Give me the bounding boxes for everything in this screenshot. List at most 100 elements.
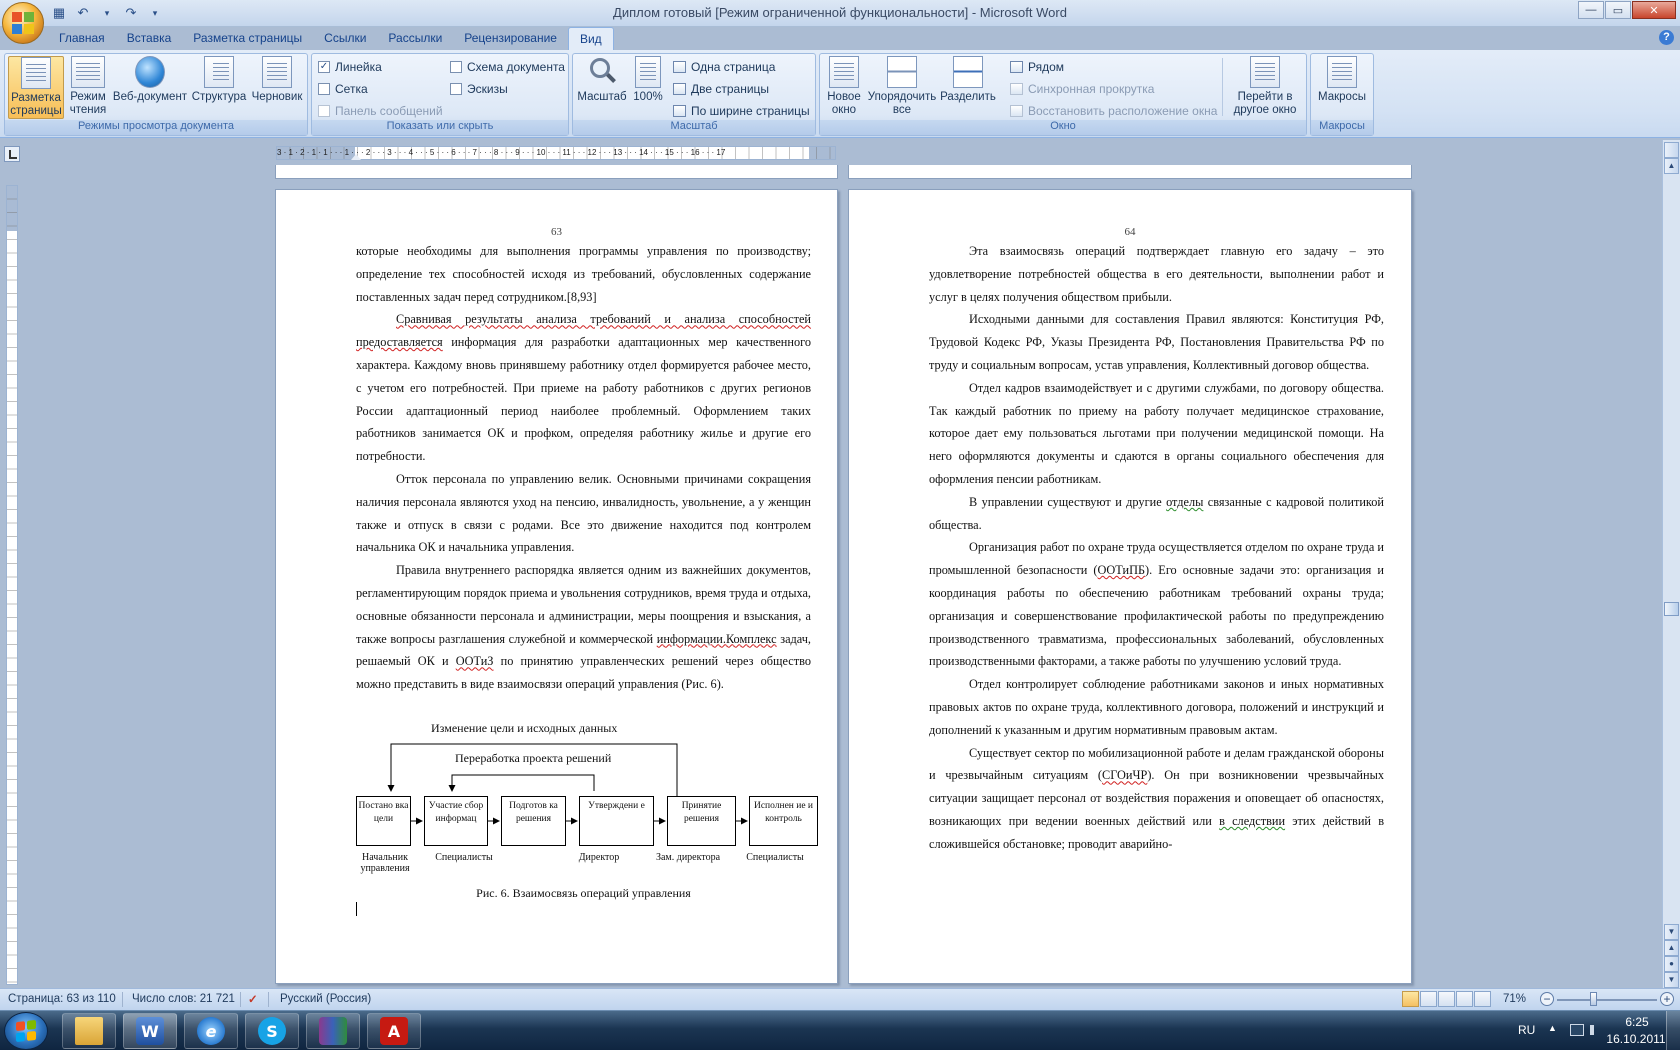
zoom-button[interactable]: Масштаб — [577, 56, 627, 104]
message-bar-checkbox: Панель сообщений — [318, 104, 443, 118]
vertical-scrollbar[interactable]: ▲ ▼ ▲ ● ▼ — [1662, 140, 1680, 993]
show-hidden-icons-button[interactable]: ▲ — [1548, 1023, 1557, 1033]
print-layout-icon — [21, 57, 51, 89]
grammar-error: отделы — [1166, 494, 1204, 509]
next-page-button[interactable]: ▼ — [1664, 972, 1679, 988]
side-by-side-button[interactable]: Рядом — [1010, 60, 1064, 74]
zoom-out-button[interactable]: − — [1540, 992, 1554, 1006]
window-group: Новое окно Упорядочить все Разделить Ряд… — [819, 53, 1307, 136]
page-63[interactable]: 63 которые необходимы для выполнения про… — [275, 189, 838, 984]
draft-button[interactable]: Черновик — [249, 56, 305, 104]
minimize-button[interactable]: — — [1578, 1, 1604, 19]
taskbar-word[interactable]: W — [123, 1013, 177, 1049]
show-desktop-button[interactable] — [1666, 1011, 1680, 1050]
tab-insert[interactable]: Вставка — [116, 27, 183, 50]
scroll-thumb[interactable] — [1664, 602, 1679, 616]
previous-page-bottom-right — [848, 165, 1412, 179]
reset-position-icon — [1010, 105, 1023, 117]
full-screen-reading-view-icon[interactable] — [1420, 991, 1437, 1007]
ruler-checkbox[interactable]: ✓ Линейка — [318, 60, 382, 74]
draft-view-icon[interactable] — [1474, 991, 1491, 1007]
taskbar-winrar[interactable] — [306, 1013, 360, 1049]
proofing-icon[interactable]: ✓ — [248, 992, 262, 1006]
network-icon[interactable] — [1570, 1024, 1584, 1036]
start-button[interactable] — [4, 1012, 48, 1050]
scroll-up-button[interactable]: ▲ — [1664, 158, 1679, 174]
indent-marker-icon[interactable] — [351, 154, 361, 160]
zoom-level[interactable]: 71% — [1503, 993, 1526, 1005]
vertical-ruler[interactable] — [6, 185, 18, 985]
spelling-error: СГОиЧР — [1102, 768, 1148, 783]
taskbar-explorer[interactable] — [62, 1013, 116, 1049]
tab-home[interactable]: Главная — [48, 27, 116, 50]
help-icon[interactable]: ? — [1659, 30, 1674, 45]
vertical-ruler-ticks — [7, 186, 17, 984]
zoom-100-button[interactable]: 100% — [629, 56, 667, 104]
page-counter[interactable]: Страница: 63 из 110 — [8, 993, 116, 1005]
ruler-toggle-icon[interactable] — [1664, 142, 1679, 158]
operations-diagram: Изменение цели и исходных данных Перераб… — [354, 720, 818, 880]
web-layout-button[interactable]: Веб-документ — [110, 56, 190, 104]
diagram-box: Исполнен ие и контроль — [749, 796, 818, 846]
tab-view[interactable]: Вид — [567, 27, 614, 50]
diagram-role: Специалисты — [435, 852, 493, 863]
zoom-slider[interactable] — [1557, 999, 1657, 1001]
zoom-slider-thumb[interactable] — [1590, 992, 1597, 1006]
page-64[interactable]: 64 Эта взаимосвязь операций подтверждает… — [848, 189, 1412, 984]
doc-map-checkbox[interactable]: Схема документа — [450, 60, 565, 74]
close-button[interactable]: ✕ — [1632, 1, 1676, 19]
macros-button[interactable]: Макросы — [1315, 56, 1369, 104]
tab-review[interactable]: Рецензирование — [453, 27, 568, 50]
previous-page-button[interactable]: ▲ — [1664, 940, 1679, 956]
acrobat-icon: A — [380, 1017, 408, 1045]
reading-mode-button[interactable]: Режим чтения — [66, 56, 110, 117]
print-layout-view-icon[interactable] — [1402, 991, 1419, 1007]
tab-selector-button[interactable] — [4, 146, 20, 162]
taskbar-skype[interactable]: S — [245, 1013, 299, 1049]
previous-page-bottom-left — [275, 165, 838, 179]
new-window-button[interactable]: Новое окно — [824, 56, 864, 117]
clock-date[interactable]: 16.10.2011 — [1602, 1032, 1670, 1046]
tab-page-layout[interactable]: Разметка страницы — [182, 27, 313, 50]
language-bar[interactable]: RU — [1518, 1023, 1535, 1037]
thumbnails-checkbox[interactable]: Эскизы — [450, 82, 508, 96]
two-pages-button[interactable]: Две страницы — [673, 82, 769, 96]
sync-scroll-label: Синхронная прокрутка — [1028, 82, 1155, 96]
one-page-button[interactable]: Одна страница — [673, 60, 775, 74]
zoom-in-button[interactable]: + — [1660, 992, 1674, 1006]
page-63-text[interactable]: которые необходимы для выполнения програ… — [356, 240, 811, 696]
volume-icon[interactable] — [1590, 1025, 1600, 1035]
word-count[interactable]: Число слов: 21 721 — [132, 993, 235, 1005]
outline-view-icon[interactable] — [1456, 991, 1473, 1007]
ie-icon: e — [197, 1017, 225, 1045]
taskbar-acrobat[interactable]: A — [367, 1013, 421, 1049]
spelling-error: ООТиПБ — [1097, 563, 1146, 578]
switch-windows-button[interactable]: Перейти в другое окно — [1226, 56, 1304, 117]
paragraph: Отдел контролирует соблюдение работникам… — [929, 677, 1384, 737]
maximize-button[interactable]: ▭ — [1605, 1, 1631, 19]
clock-time[interactable]: 6:25 — [1612, 1015, 1662, 1029]
outline-button[interactable]: Структура — [191, 56, 247, 104]
tab-mailings[interactable]: Рассылки — [377, 27, 453, 50]
office-button[interactable] — [2, 2, 44, 44]
arrange-all-button[interactable]: Упорядочить все — [866, 56, 938, 117]
browse-object-button[interactable]: ● — [1664, 956, 1679, 972]
scroll-down-button[interactable]: ▼ — [1664, 924, 1679, 940]
paragraph: которые необходимы для выполнения програ… — [356, 244, 811, 304]
language-indicator[interactable]: Русский (Россия) — [280, 993, 371, 1005]
figure-caption: Рис. 6. Взаимосвязь операций управления — [476, 886, 691, 900]
arrange-all-label: Упорядочить все — [867, 91, 937, 116]
print-layout-button[interactable]: Разметка страницы — [8, 56, 64, 119]
grid-checkbox[interactable]: Сетка — [318, 82, 368, 96]
page-width-button[interactable]: По ширине страницы — [673, 104, 810, 118]
diagram-role: Специалисты — [746, 852, 804, 863]
new-window-icon — [829, 56, 859, 88]
split-button[interactable]: Разделить — [940, 56, 996, 104]
views-group-label: Режимы просмотра документа — [5, 120, 307, 135]
web-layout-view-icon[interactable] — [1438, 991, 1455, 1007]
page-64-text[interactable]: Эта взаимосвязь операций подтверждает гл… — [929, 240, 1384, 856]
view-buttons — [1402, 991, 1491, 1007]
horizontral-ruler[interactable]: 3 · 1 · 2 · 1 · 1 · · · 1 · · · 2 · · · … — [276, 146, 836, 160]
taskbar-internet-explorer[interactable]: e — [184, 1013, 238, 1049]
tab-references[interactable]: Ссылки — [313, 27, 377, 50]
